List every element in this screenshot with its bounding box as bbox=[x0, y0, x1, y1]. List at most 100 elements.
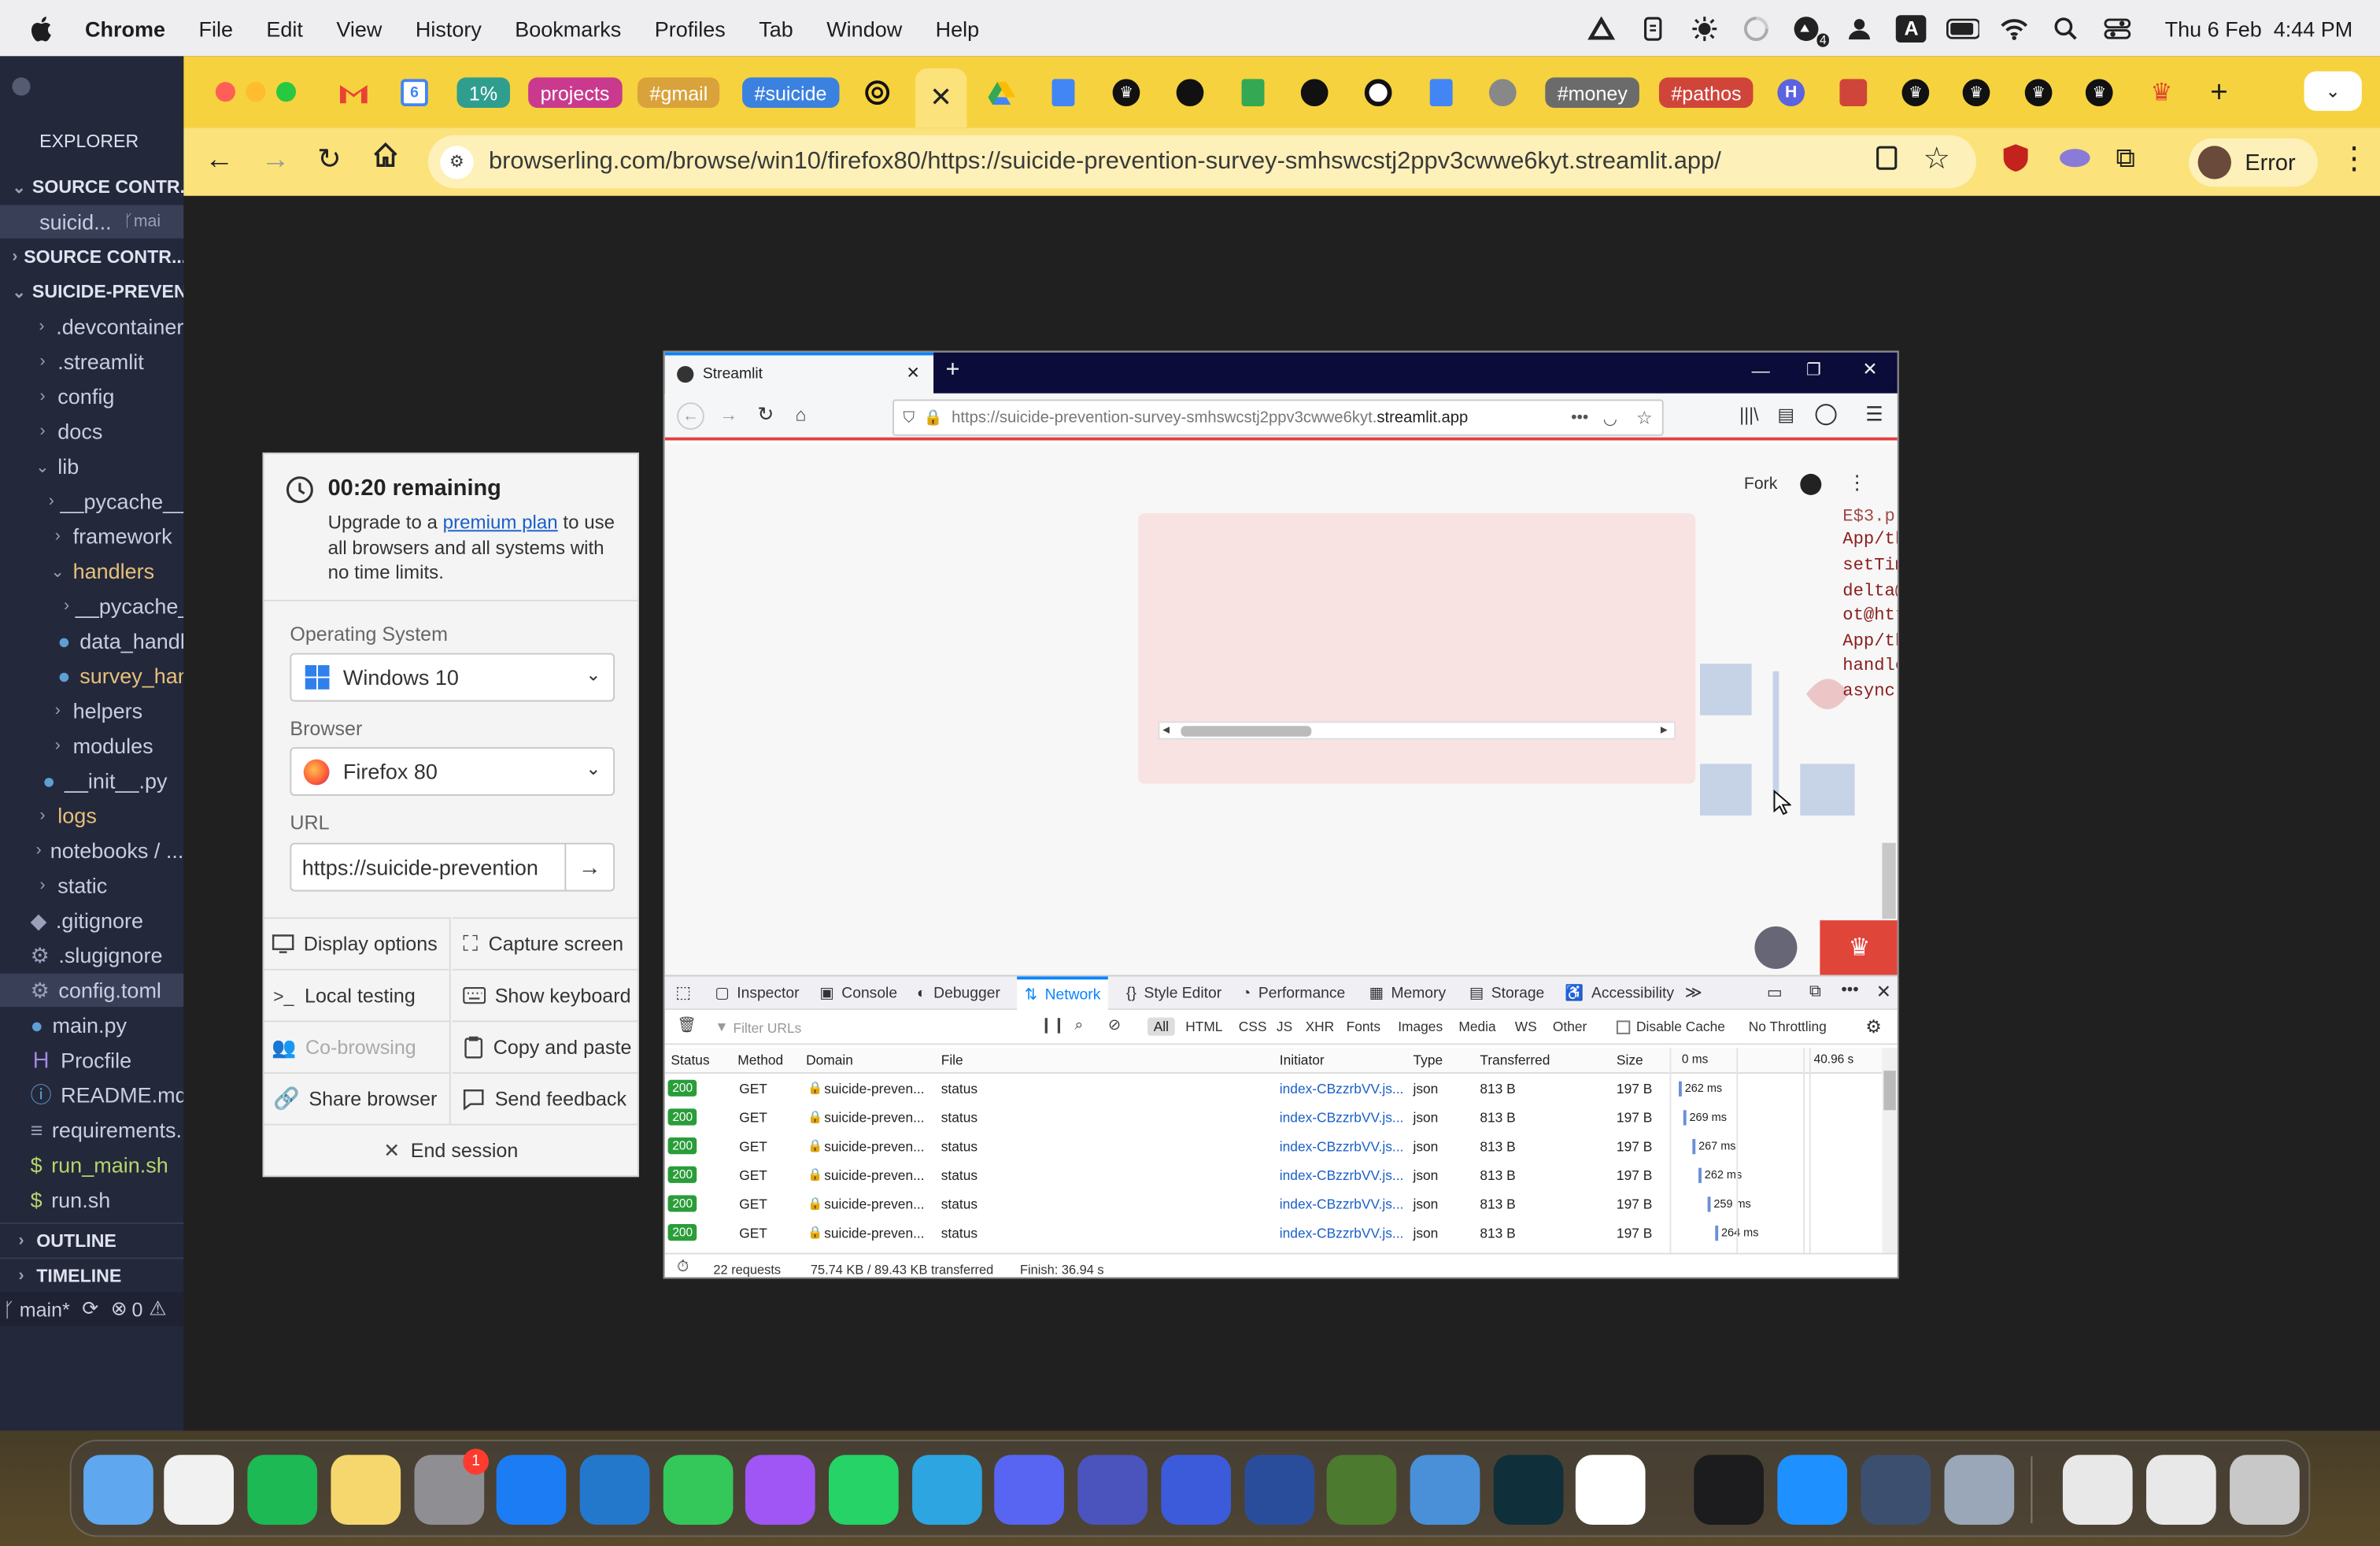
tab-calendar[interactable]: 6 bbox=[396, 76, 432, 109]
tree-item-config-toml[interactable]: ⚙ config.toml bbox=[0, 973, 184, 1008]
scrollbar-thumb[interactable] bbox=[1883, 1071, 1896, 1111]
search-icon[interactable]: ⌕ bbox=[1074, 1018, 1083, 1034]
tab-drive[interactable] bbox=[985, 76, 1018, 109]
tree-item-gitignore[interactable]: ◆ .gitignore bbox=[0, 904, 183, 937]
url-input[interactable]: https://suicide-prevention bbox=[290, 842, 567, 892]
devtools-tab-debugger[interactable]: ◐ Debugger bbox=[917, 977, 1000, 1010]
devtools-tab-network[interactable]: ⇅ Network bbox=[1017, 976, 1109, 1010]
tab-docs[interactable] bbox=[1046, 76, 1079, 109]
terminal-icon[interactable] bbox=[1694, 1455, 1764, 1525]
home-icon[interactable]: ⌂ bbox=[796, 404, 807, 425]
source-control-section-1[interactable]: ⌄ SOURCE CONTR... bbox=[0, 170, 183, 203]
tab-opera[interactable] bbox=[1362, 76, 1395, 109]
new-tab-icon[interactable]: + bbox=[945, 357, 959, 384]
tab-crown-5[interactable]: ♛ bbox=[2082, 76, 2116, 109]
tab-sheets[interactable] bbox=[1236, 76, 1269, 109]
tree-item-procfile[interactable]: Ｈ Procfile bbox=[0, 1043, 183, 1076]
gear-icon[interactable]: ⚙ bbox=[1865, 1016, 1882, 1037]
traffic-light-minimize[interactable] bbox=[246, 82, 266, 102]
tab-openai[interactable] bbox=[860, 76, 893, 109]
address-bar-url[interactable]: browserling.com/browse/win10/firefox80/h… bbox=[489, 148, 1721, 176]
telegram-icon[interactable] bbox=[912, 1455, 982, 1525]
menu-edit[interactable]: Edit bbox=[266, 16, 303, 40]
co-browsing-button[interactable]: 👥 Co-browsing bbox=[264, 1020, 451, 1073]
source-control-section-2[interactable]: › SOURCE CONTR... bbox=[0, 240, 183, 273]
scroll-right-arrow[interactable]: ▸ bbox=[1661, 721, 1668, 738]
tree-item-static[interactable]: › static bbox=[0, 869, 183, 902]
disable-cache-label[interactable]: Disable Cache bbox=[1636, 1019, 1725, 1034]
disable-cache-checkbox[interactable] bbox=[1616, 1020, 1631, 1034]
input-source-icon[interactable]: A bbox=[1894, 11, 1927, 44]
tab-red-app[interactable] bbox=[1837, 76, 1870, 109]
back-icon[interactable]: ← bbox=[677, 402, 704, 430]
arc-icon[interactable] bbox=[1161, 1455, 1232, 1525]
go-button[interactable]: → bbox=[564, 842, 615, 892]
scrollbar-thumb[interactable] bbox=[1181, 726, 1312, 737]
tree-item-docs[interactable]: › docs bbox=[0, 415, 183, 448]
extension-purple-icon[interactable] bbox=[2058, 144, 2091, 172]
filter-type-css[interactable]: CSS bbox=[1239, 1019, 1267, 1034]
tab-github-2[interactable] bbox=[1298, 76, 1331, 109]
tree-item-requirements[interactable]: ≡ requirements... bbox=[0, 1113, 184, 1146]
safari-icon[interactable] bbox=[1777, 1455, 1848, 1525]
filter-type-js[interactable]: JS bbox=[1277, 1019, 1292, 1034]
ollama-icon[interactable] bbox=[1575, 1455, 1646, 1525]
show-keyboard-button[interactable]: Show keyboard bbox=[452, 968, 638, 1021]
back-icon[interactable]: ← bbox=[205, 144, 234, 177]
column-method[interactable]: Method bbox=[737, 1052, 783, 1067]
filter-urls-input[interactable]: Filter URLs bbox=[733, 1020, 801, 1035]
copy-paste-button[interactable]: Copy and paste bbox=[452, 1020, 638, 1072]
scroll-left-arrow[interactable]: ◂ bbox=[1162, 721, 1170, 738]
more-menu-icon[interactable]: ⋮ bbox=[2339, 139, 2370, 177]
menu-file[interactable]: File bbox=[198, 16, 233, 40]
tab-group-1pct[interactable]: 1% bbox=[456, 76, 510, 109]
active-repo-row[interactable]: suicid... ᚴ mai bbox=[0, 205, 184, 239]
filter-type-fonts[interactable]: Fonts bbox=[1347, 1019, 1380, 1034]
more-tabs-icon[interactable]: ≫ bbox=[1685, 982, 1702, 1002]
trash-icon[interactable]: 🗑 bbox=[677, 1018, 696, 1034]
firefox-tab-active[interactable]: Streamlit ✕ bbox=[664, 352, 934, 395]
hamburger-menu-icon[interactable]: ☰ bbox=[1865, 402, 1883, 427]
sidebar-icon[interactable]: ▤ bbox=[1777, 404, 1794, 425]
bug-icon[interactable] bbox=[1688, 11, 1721, 44]
extensions-puzzle-icon[interactable]: ⧉ bbox=[2116, 142, 2135, 175]
tab-crown-4[interactable]: ♛ bbox=[2022, 76, 2055, 109]
tab-gmail[interactable] bbox=[335, 76, 371, 109]
more-vertical-icon[interactable]: ⋮ bbox=[1847, 471, 1867, 495]
wifi-icon[interactable] bbox=[1998, 11, 2031, 44]
tree-item-lib[interactable]: ⌄ lib bbox=[0, 449, 183, 483]
tree-item-handlers[interactable]: ⌄ handlers bbox=[0, 554, 183, 587]
notes-icon[interactable] bbox=[331, 1455, 401, 1525]
close-icon[interactable]: ✕ bbox=[1876, 981, 1891, 1002]
preview-icon[interactable] bbox=[1944, 1455, 2015, 1525]
documents-icon[interactable] bbox=[2145, 1455, 2216, 1525]
apple-icon[interactable] bbox=[31, 14, 55, 42]
display-options-button[interactable]: Display options bbox=[264, 917, 451, 969]
filter-type-other[interactable]: Other bbox=[1553, 1019, 1587, 1034]
forward-icon[interactable]: → bbox=[261, 144, 290, 177]
tab-group-money[interactable]: #money bbox=[1545, 76, 1640, 109]
filter-type-ws[interactable]: WS bbox=[1515, 1019, 1537, 1034]
chat-avatar[interactable] bbox=[1754, 926, 1798, 969]
block-icon[interactable]: ⊘ bbox=[1108, 1018, 1121, 1034]
library-icon[interactable]: |||\ bbox=[1739, 404, 1758, 425]
tab-crown-2[interactable]: ♛ bbox=[1899, 76, 1932, 109]
tree-item-lib-pycache[interactable]: › __pycache__ bbox=[0, 484, 184, 517]
menubar-clock[interactable]: Thu 6 Feb 4:44 PM bbox=[2165, 16, 2353, 40]
window-restore-icon[interactable]: ❐ bbox=[1806, 360, 1821, 379]
page-scrollbar-thumb[interactable] bbox=[1882, 842, 1896, 919]
menu-bookmarks[interactable]: Bookmarks bbox=[515, 16, 621, 40]
throttling-select[interactable]: No Throttling bbox=[1749, 1019, 1827, 1034]
lock-icon[interactable]: 🔒 bbox=[924, 409, 943, 426]
teams-icon[interactable] bbox=[1077, 1455, 1148, 1525]
menu-tab[interactable]: Tab bbox=[759, 16, 793, 40]
bell-icon[interactable]: 4 bbox=[1791, 11, 1830, 46]
tab-group-projects[interactable]: projects bbox=[528, 76, 622, 109]
table-row[interactable]: 200 GET suicide-preven... status index-CBzzr… bbox=[665, 1133, 1883, 1162]
devtools-tab-memory[interactable]: ▦ Memory bbox=[1369, 977, 1447, 1010]
perplexity-icon[interactable] bbox=[1493, 1455, 1564, 1525]
pocket-icon[interactable]: ◡ bbox=[1603, 408, 1618, 427]
local-testing-button[interactable]: >_ Local testing bbox=[264, 968, 451, 1021]
column-initiator[interactable]: Initiator bbox=[1280, 1052, 1325, 1067]
table-row[interactable]: 200 GET suicide-preven... status index-CBzzr… bbox=[665, 1219, 1883, 1248]
